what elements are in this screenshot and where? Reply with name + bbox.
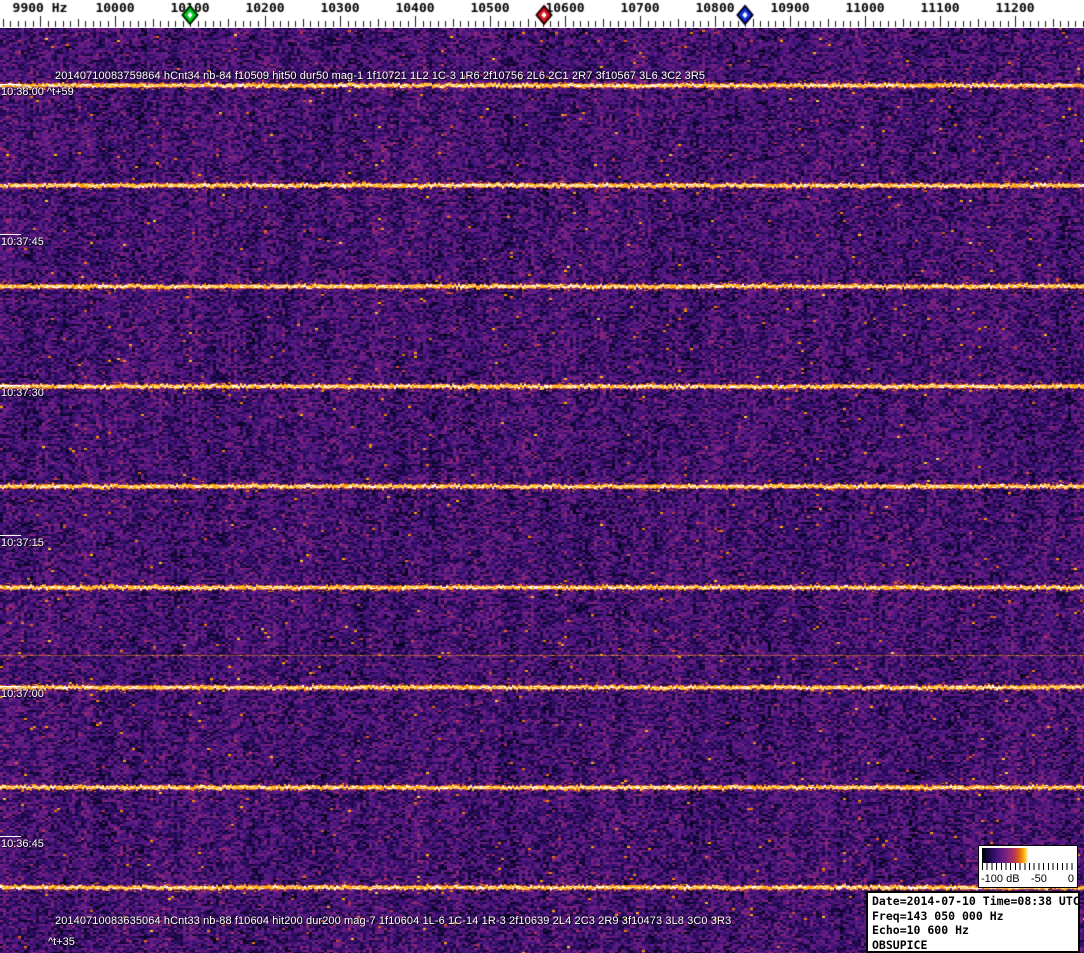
- time-row: 10:37:00: [0, 686, 120, 702]
- time-row: 10:38:00 ^t+59: [0, 84, 120, 100]
- time-tick: [0, 84, 21, 85]
- detection-annotation-bottom: 20140710083635064 hCnt33 nb-88 f10604 hi…: [55, 915, 732, 927]
- time-tick: [0, 234, 21, 235]
- spectrogram-waterfall: [0, 28, 1084, 953]
- time-label: 10:36:45: [1, 838, 44, 850]
- frequency-ruler: [0, 0, 1084, 28]
- info-echo: Echo=10 600 Hz: [872, 923, 969, 937]
- time-row: 10:37:45: [0, 234, 120, 250]
- time-row: 10:36:45: [0, 836, 120, 852]
- time-tick: [0, 836, 21, 837]
- info-station: OBSUPICE: [872, 937, 928, 952]
- time-label: 10:37:15: [1, 537, 44, 549]
- legend-mid-db-label: -50: [1030, 873, 1047, 885]
- colormap-gradient: [982, 848, 1074, 863]
- time-tick: [0, 535, 21, 536]
- time-offset-marker: ^t+35: [48, 936, 75, 948]
- info-date-time: Date=2014-07-10 Time=08:38 UTC: [872, 894, 1080, 908]
- detection-annotation-top: 20140710083759864 hCnt34 nb-84 f10509 hi…: [55, 70, 706, 82]
- observation-info-box: Date=2014-07-10 Time=08:38 UTC Freq=143 …: [866, 891, 1080, 953]
- time-row: 10:37:30: [0, 385, 120, 401]
- legend-min-db-label: -100 dB: [981, 873, 1020, 885]
- time-label: 10:37:00: [1, 688, 44, 700]
- intensity-scale-legend: -100 dB -50 0: [978, 845, 1078, 888]
- legend-max-db-label: 0: [1067, 873, 1074, 885]
- time-label: 10:37:45: [1, 236, 44, 248]
- colormap-ticks: [982, 863, 1074, 870]
- time-label: 10:37:30: [1, 387, 44, 399]
- colormap-labels: -100 dB -50 0: [979, 873, 1077, 887]
- info-frequency: Freq=143 050 000 Hz: [872, 908, 1004, 923]
- time-label: 10:38:00 ^t+59: [1, 86, 74, 98]
- time-tick: [0, 686, 21, 687]
- meteor-spectrogram-screen: 20140710083759864 hCnt34 nb-84 f10509 hi…: [0, 0, 1084, 953]
- time-row: 10:37:15: [0, 535, 120, 551]
- time-tick: [0, 385, 21, 386]
